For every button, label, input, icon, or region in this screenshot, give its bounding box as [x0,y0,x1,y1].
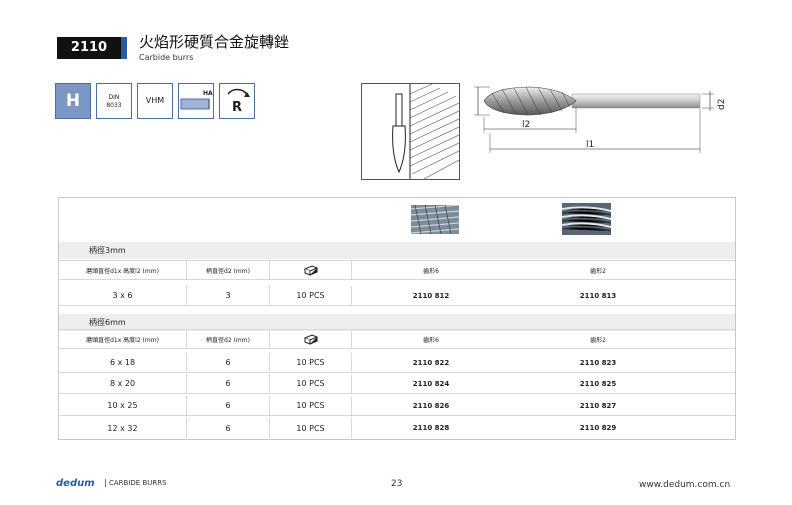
burr-dimension-drawing: d1 d2 l2 l1 [474,86,727,153]
header-cut-2: 齒形2 [590,267,606,275]
cell-shank: 6 [187,418,270,438]
footer-separator: | [104,478,107,487]
cell-qty: 10 PCS [270,396,352,415]
table-row: 10 x 25 6 10 PCS 2110 826 2110 827 [59,396,735,416]
ha-label: HA [203,90,213,97]
cell-code-cut6: 2110 826 [412,401,450,410]
cell-qty: 10 PCS [270,286,352,305]
din-standard-icon: DIN 8033 [96,83,132,119]
brand-logo: dedum [56,478,95,489]
website-link[interactable]: www.dedum.com.cn [639,480,730,490]
cell-size: 6 x 18 [59,353,187,372]
din-label: DIN [108,94,120,101]
table-header-row: 磨頭直徑d1x 高度l2 (mm) 柄直徑d2 (mm) 齒形6 齒形2 [59,329,735,349]
cell-qty: 10 PCS [270,374,352,393]
header-cut-6: 齒形6 [423,267,439,275]
cell-size: 8 x 20 [59,374,187,393]
cell-shank: 3 [187,286,270,305]
table-header-row: 磨頭直徑d1x 高度l2 (mm) 柄直徑d2 (mm) 齒形6 齒形2 [59,260,735,280]
header-shank: 柄直徑d2 (mm) [187,330,270,348]
din-number: 8033 [106,102,122,109]
cell-size: 10 x 25 [59,396,187,415]
group-title-3mm: 柄徑3mm [59,242,735,259]
header-qty [270,261,352,279]
header-shank: 柄直徑d2 (mm) [187,261,270,279]
cell-qty: 10 PCS [270,353,352,372]
footer-category-label: CARBIDE BURRS [109,479,167,487]
header-cut-2: 齒形2 [590,336,606,344]
cell-code-cut6: 2110 822 [412,358,450,367]
header-qty [270,330,352,348]
cell-code-cut6: 2110 824 [412,379,450,388]
table-row: 8 x 20 6 10 PCS 2110 824 2110 825 [59,374,735,394]
cell-code-cut2: 2110 829 [579,424,617,432]
r-label: R [232,100,242,115]
table-row: 3 x 6 3 10 PCS 2110 812 2110 813 [59,286,735,306]
product-code-badge: 2110 [57,37,121,59]
table-row: 12 x 32 6 10 PCS 2110 828 2110 829 [59,418,735,438]
cell-shank: 6 [187,374,270,393]
cell-shank: 6 [187,396,270,415]
hardness-h-icon: H [55,83,91,119]
page-subtitle: Carbide burrs [139,53,194,62]
cut-pattern-6-image [411,205,459,234]
page-title: 火焰形硬質合金旋轉銼 [139,33,290,51]
product-table: 柄徑3mm 磨頭直徑d1x 高度l2 (mm) 柄直徑d2 (mm) 齒形6 齒… [58,197,736,440]
cell-code-cut2: 2110 825 [579,379,617,388]
cell-code-cut2: 2110 827 [579,401,617,410]
cell-size: 3 x 6 [59,286,187,305]
table-row: 6 x 18 6 10 PCS 2110 822 2110 823 [59,353,735,373]
cell-size: 12 x 32 [59,418,187,438]
header-size: 磨頭直徑d1x 高度l2 (mm) [59,261,187,279]
cell-code-cut2: 2110 813 [579,291,617,300]
package-icon [303,334,318,345]
l1-label: l1 [586,140,594,150]
shank-ha-icon: HA [178,83,214,119]
cell-qty: 10 PCS [270,418,352,438]
cross-section-drawing [361,83,460,180]
rotation-r-icon: R [219,83,255,119]
code-accent-bar [121,37,127,59]
l2-label: l2 [522,120,530,130]
cell-shank: 6 [187,353,270,372]
header-size: 磨頭直徑d1x 高度l2 (mm) [59,330,187,348]
cut-pattern-2-image [562,203,611,235]
d2-label: d2 [717,99,727,110]
cell-code-cut2: 2110 823 [579,358,617,367]
cell-code-cut6: 2110 812 [412,291,450,300]
package-icon [303,265,318,276]
material-vhm-icon: VHM [137,83,173,119]
cell-code-cut6: 2110 828 [412,424,450,432]
page-number: 23 [391,479,403,489]
header-cut-6: 齒形6 [423,336,439,344]
